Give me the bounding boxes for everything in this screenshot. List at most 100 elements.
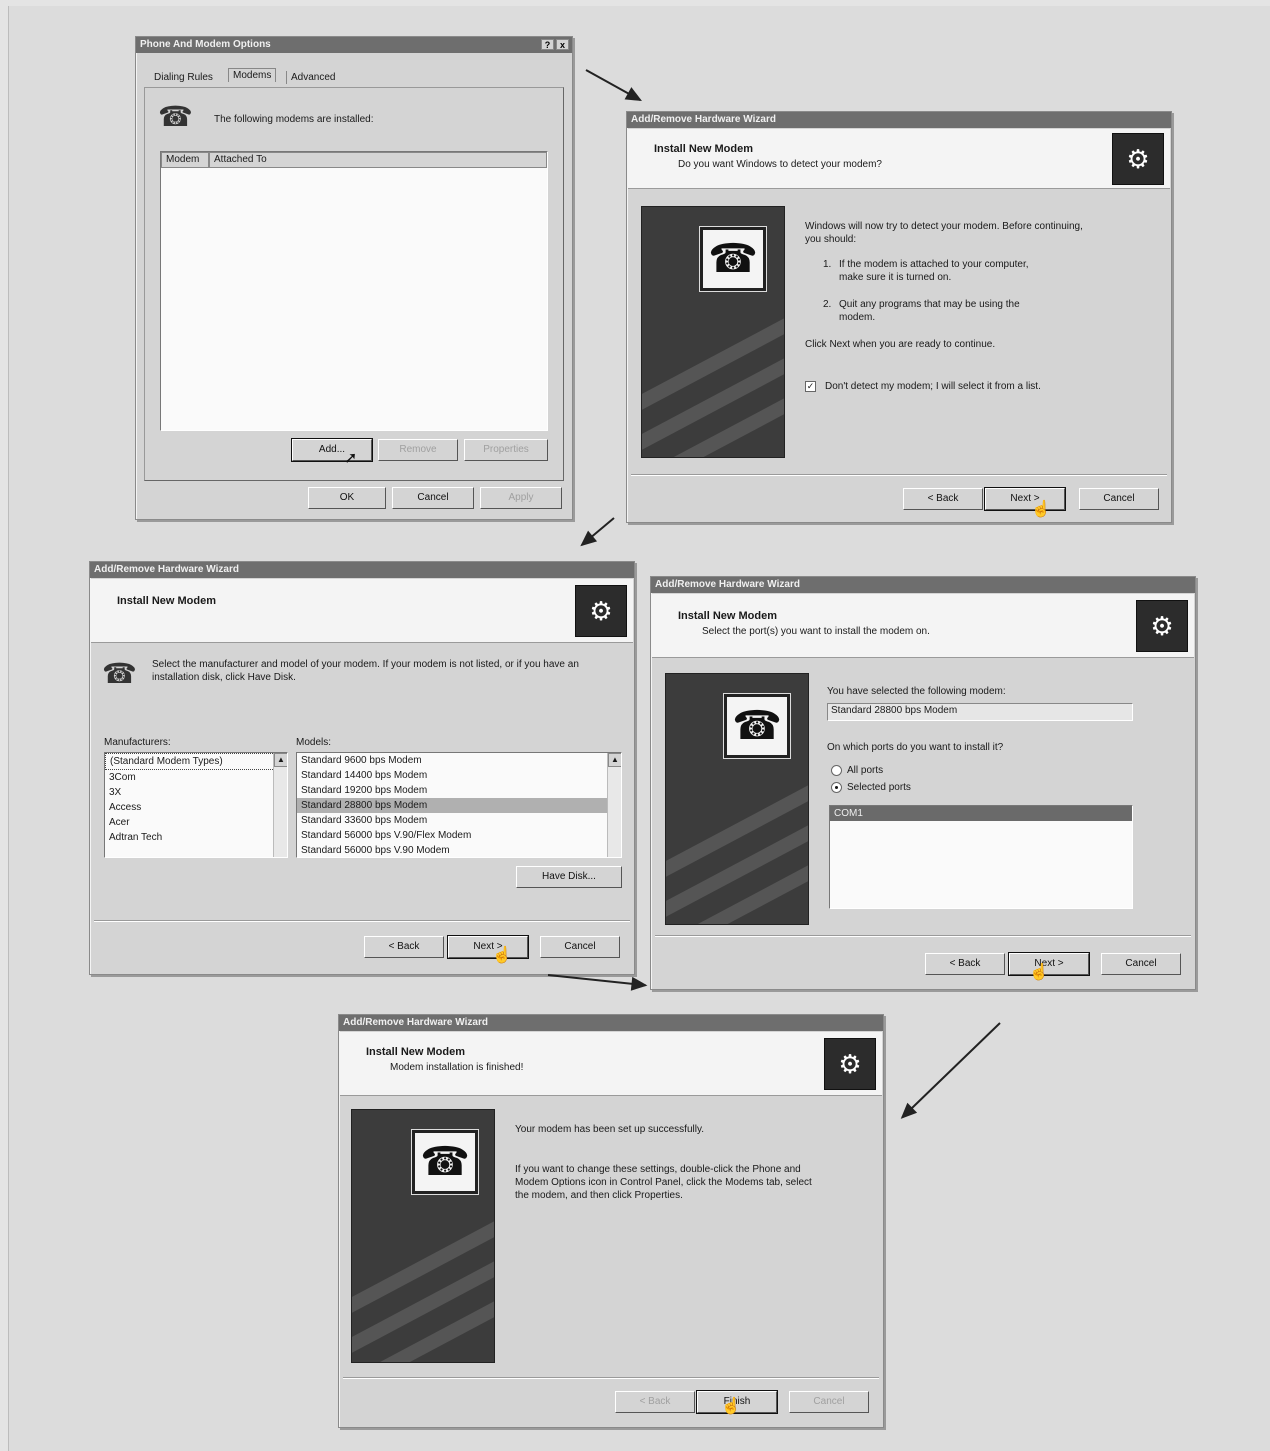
all-ports-label: All ports [847, 765, 884, 776]
cancel-button[interactable]: Cancel [789, 1391, 869, 1413]
ok-button[interactable]: OK [308, 487, 386, 509]
hardware-wizard-icon: ⚙ [1136, 600, 1188, 652]
list-item[interactable]: 3Com [105, 770, 287, 785]
all-ports-radio[interactable] [831, 765, 842, 776]
selected-ports-label: Selected ports [847, 782, 911, 793]
step-2-number: 2. [823, 299, 832, 310]
list-item-selected[interactable]: COM1 [830, 806, 1132, 821]
ports-list[interactable]: COM1 [829, 805, 1133, 909]
manufacturers-list[interactable]: (Standard Modem Types) 3Com 3X Access Ac… [104, 752, 288, 858]
wizard-header: Install New Modem Do you want Windows to… [628, 129, 1170, 189]
vertical-scrollbar[interactable]: ▲ [607, 753, 621, 857]
mouse-cursor-icon: ☝ [721, 1398, 741, 1415]
wizard-side-image: ☎ [351, 1109, 495, 1363]
properties-button[interactable]: Properties [464, 439, 548, 461]
tab-modems[interactable]: Modems [228, 68, 277, 82]
column-attached-to[interactable]: Attached To [209, 152, 547, 168]
phone-icon: ☎ [723, 693, 791, 759]
wizard-select-port-dialog: Add/Remove Hardware Wizard Install New M… [650, 576, 1196, 990]
next-button[interactable]: Next > [447, 935, 529, 959]
next-button[interactable]: Next > [1008, 952, 1090, 976]
next-button[interactable]: Next > [984, 487, 1066, 511]
wizard-header: Install New Modem Select the port(s) you… [652, 594, 1194, 658]
list-item[interactable]: Standard 56000 bps V.90 Modem [297, 843, 621, 857]
mouse-cursor-icon: ☝ [492, 947, 512, 964]
step-1-number: 1. [823, 259, 832, 270]
back-button[interactable]: < Back [925, 953, 1005, 975]
wizard-side-image: ☎ [665, 673, 809, 925]
back-button[interactable]: < Back [364, 936, 444, 958]
modem-list[interactable]: Modem Attached To [160, 151, 548, 431]
dialog-title: Add/Remove Hardware Wizard [627, 112, 1171, 128]
list-item[interactable]: Adtran Tech [105, 830, 287, 845]
ports-question: On which ports do you want to install it… [827, 742, 1004, 753]
header-title: Install New Modem [654, 143, 754, 155]
models-list[interactable]: Standard 9600 bps Modem Standard 14400 b… [296, 752, 622, 858]
mouse-cursor-icon: ☝ [1029, 964, 1049, 981]
back-button[interactable]: < Back [615, 1391, 695, 1413]
scroll-up-icon[interactable]: ▲ [608, 753, 621, 767]
close-button[interactable]: x [556, 39, 569, 50]
modem-icon: ☎ [102, 658, 137, 689]
list-item[interactable]: Standard 9600 bps Modem [297, 753, 621, 768]
have-disk-button[interactable]: Have Disk... [516, 866, 622, 888]
scroll-up-icon[interactable]: ▲ [274, 753, 287, 767]
selected-modem-field: Standard 28800 bps Modem [827, 703, 1133, 721]
dialog-title: Add/Remove Hardware Wizard [339, 1015, 883, 1031]
hardware-wizard-icon: ⚙ [1112, 133, 1164, 185]
phone-icon: ☎ [699, 226, 767, 292]
wizard-detect-modem-dialog: Add/Remove Hardware Wizard Install New M… [626, 111, 1172, 523]
remove-button[interactable]: Remove [378, 439, 458, 461]
instruction-text: Select the manufacturer and model of you… [152, 659, 579, 683]
header-subtitle: Select the port(s) you want to install t… [702, 626, 930, 637]
info-text: If you want to change these settings, do… [515, 1164, 812, 1201]
header-title: Install New Modem [117, 595, 217, 607]
header-title: Install New Modem [678, 610, 778, 622]
help-button[interactable]: ? [541, 39, 554, 50]
list-item[interactable]: Standard 19200 bps Modem [297, 783, 621, 798]
phone-modem-options-dialog: Phone And Modem Options ? x Dialing Rule… [135, 36, 573, 520]
list-item[interactable]: (Standard Modem Types) [105, 753, 287, 770]
mouse-cursor-icon: ➚ [344, 450, 358, 467]
cancel-button[interactable]: Cancel [1101, 953, 1181, 975]
apply-button[interactable]: Apply [480, 487, 562, 509]
footer-divider [655, 935, 1191, 937]
cancel-button[interactable]: Cancel [392, 487, 474, 509]
header-title: Install New Modem [366, 1046, 466, 1058]
back-button[interactable]: < Back [903, 488, 983, 510]
dont-detect-checkbox[interactable]: ✓ [805, 381, 816, 392]
dont-detect-label: Don't detect my modem; I will select it … [825, 381, 1041, 392]
list-item[interactable]: 3X [105, 785, 287, 800]
wizard-side-image: ☎ [641, 206, 785, 458]
add-button[interactable]: Add... [291, 438, 373, 462]
dialog-title: Add/Remove Hardware Wizard [651, 577, 1195, 593]
vertical-scrollbar[interactable]: ▲ [273, 753, 287, 857]
header-subtitle: Do you want Windows to detect your modem… [678, 159, 882, 170]
modem-icon: ☎ [158, 101, 193, 132]
success-text: Your modem has been set up successfully. [515, 1124, 704, 1135]
list-item[interactable]: Acer [105, 815, 287, 830]
step-2-text: Quit any programs that may be using the … [839, 299, 1020, 323]
selected-ports-radio[interactable] [831, 782, 842, 793]
wizard-header: Install New Modem Modem installation is … [340, 1032, 882, 1096]
phone-icon: ☎ [411, 1129, 479, 1195]
models-label: Models: [296, 737, 332, 748]
list-item-selected[interactable]: Standard 28800 bps Modem [297, 798, 621, 813]
list-item[interactable]: Standard 33600 bps Modem [297, 813, 621, 828]
hardware-wizard-icon: ⚙ [575, 585, 627, 637]
body-intro: Windows will now try to detect your mode… [805, 221, 1083, 245]
hardware-wizard-icon: ⚙ [824, 1038, 876, 1090]
cancel-button[interactable]: Cancel [1079, 488, 1159, 510]
tab-advanced[interactable]: Advanced [286, 71, 339, 84]
list-item[interactable]: Access [105, 800, 287, 815]
cancel-button[interactable]: Cancel [540, 936, 620, 958]
tab-dialing-rules[interactable]: Dialing Rules [150, 71, 217, 84]
column-modem[interactable]: Modem [161, 152, 209, 168]
list-item[interactable]: Standard 56000 bps V.90/Flex Modem [297, 828, 621, 843]
header-subtitle: Modem installation is finished! [390, 1062, 524, 1073]
selected-modem-label: You have selected the following modem: [827, 686, 1006, 697]
list-item[interactable]: Standard 14400 bps Modem [297, 768, 621, 783]
dialog-title: Add/Remove Hardware Wizard [90, 562, 634, 578]
step-1-text: If the modem is attached to your compute… [839, 259, 1029, 283]
wizard-finished-dialog: Add/Remove Hardware Wizard Install New M… [338, 1014, 884, 1428]
